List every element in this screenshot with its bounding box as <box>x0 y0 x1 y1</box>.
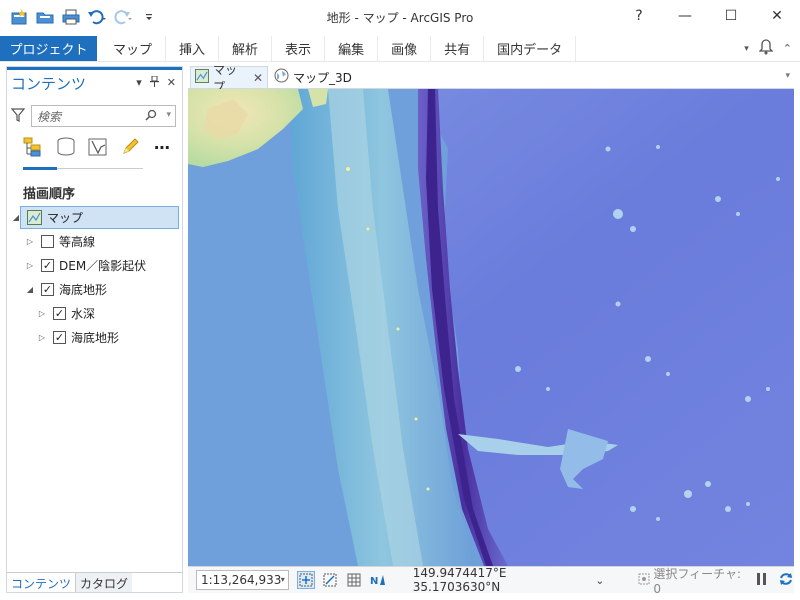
tab-imagery[interactable]: 画像 <box>378 36 432 61</box>
selected-features[interactable]: 選択フィーチャ: 0 <box>638 565 746 596</box>
contents-pane: コンテンツ ▾ ✕ 検索 ▾ ⋯ 描画順序 ◢ マップ ▷ 等高線 ▷ ✓ DE… <box>6 66 183 593</box>
fixed-zoom-icon[interactable] <box>296 571 315 589</box>
layer-label: 海底地形 <box>59 282 108 297</box>
contents-pane-title: コンテンツ <box>11 74 87 93</box>
title-bar: 地形 - マップ - ArcGIS Pro ? — ☐ ✕ <box>0 0 800 33</box>
pin-icon[interactable] <box>149 75 159 90</box>
scale-selector[interactable]: 1:13,264,933 ▾ <box>196 570 289 590</box>
search-options-icon[interactable]: ▾ <box>166 110 171 120</box>
filter-icon[interactable] <box>10 107 26 126</box>
more-options-icon[interactable]: ⋯ <box>151 135 173 159</box>
tab-catalog[interactable]: カタログ <box>75 573 133 592</box>
grid-icon[interactable] <box>345 571 363 589</box>
ribbon-tabs: プロジェクト マップ 挿入 解析 表示 編集 画像 共有 国内データ ▾ ⌃ <box>0 36 800 62</box>
coordinate-format-dropdown-icon[interactable]: ⌄ <box>595 574 604 587</box>
minimize-button[interactable]: — <box>662 0 708 32</box>
window-controls: ? — ☐ ✕ <box>616 0 800 32</box>
pause-drawing-icon[interactable] <box>756 572 768 589</box>
drawing-order-icon[interactable] <box>23 135 45 159</box>
tab-list-dropdown-icon[interactable]: ▾ <box>785 71 790 81</box>
map-icon <box>195 69 209 86</box>
bathymetry-map[interactable] <box>188 89 794 566</box>
svg-text:N: N <box>370 576 378 587</box>
tab-contents[interactable]: コンテンツ <box>7 573 76 592</box>
layer-label: DEM／陰影起伏 <box>59 258 147 273</box>
tab-domestic-data[interactable]: 国内データ <box>484 36 577 61</box>
north-arrow-icon[interactable]: N <box>369 571 387 589</box>
layer-tree: ◢ マップ ▷ 等高線 ▷ ✓ DEM／陰影起伏 ◢ ✓ 海底地形 ▷ ✓ 水深… <box>7 205 182 349</box>
close-pane-icon[interactable]: ✕ <box>167 76 176 90</box>
layer-contours[interactable]: ▷ 等高線 <box>7 229 182 253</box>
selection-icon[interactable] <box>87 135 109 159</box>
pane-menu-icon[interactable]: ▾ <box>136 76 142 90</box>
tab-view[interactable]: 表示 <box>272 36 326 61</box>
scale-value: 1:13,264,933 <box>201 573 282 587</box>
tab-map[interactable]: マップ <box>100 36 167 61</box>
layer-label: 等高線 <box>59 234 96 249</box>
tab-share[interactable]: 共有 <box>431 36 485 61</box>
visibility-checkbox[interactable]: ✓ <box>41 258 54 272</box>
maximize-button[interactable]: ☐ <box>708 0 754 32</box>
layer-dem-hillshade[interactable]: ▷ ✓ DEM／陰影起伏 <box>7 253 182 277</box>
tab-map-view[interactable]: マップ ✕ <box>190 63 268 94</box>
tab-project[interactable]: プロジェクト <box>0 36 97 61</box>
layer-depth[interactable]: ▷ ✓ 水深 <box>7 301 182 325</box>
refresh-icon[interactable] <box>778 571 794 590</box>
visibility-checkbox[interactable]: ✓ <box>53 306 66 320</box>
tab-map-3d[interactable]: マップ_3D <box>270 66 356 88</box>
layer-seafloor[interactable]: ▷ ✓ 海底地形 <box>7 325 182 349</box>
map-canvas[interactable] <box>188 89 794 566</box>
coordinate-readout: 149.9474417°E 35.1703630°N <box>412 566 507 594</box>
visibility-checkbox[interactable]: ✓ <box>41 282 54 296</box>
map-view: マップ ✕ マップ_3D ▾ 1:13,264,933 ▾ N 149.9474… <box>188 63 794 596</box>
help-button[interactable]: ? <box>616 0 662 32</box>
search-input[interactable]: 検索 ▾ <box>31 105 176 127</box>
selection-icon <box>638 573 650 588</box>
map-3d-tab-label: マップ_3D <box>293 70 352 85</box>
selected-features-label: 選択フィーチャ: 0 <box>653 566 742 596</box>
tab-insert[interactable]: 挿入 <box>166 36 220 61</box>
map-icon <box>27 209 42 225</box>
expand-arrow-icon[interactable]: ▷ <box>25 237 35 246</box>
layer-seafloor-group[interactable]: ◢ ✓ 海底地形 <box>7 277 182 301</box>
collapse-arrow-icon[interactable]: ◢ <box>11 213 21 222</box>
collapse-ribbon-icon[interactable]: ⌃ <box>783 42 792 55</box>
notification-bell-icon[interactable] <box>758 39 774 58</box>
close-button[interactable]: ✕ <box>754 0 800 32</box>
collapse-arrow-icon[interactable]: ◢ <box>25 285 35 294</box>
expand-arrow-icon[interactable]: ▷ <box>25 261 35 270</box>
layer-label: 水深 <box>71 306 96 321</box>
tab-edit[interactable]: 編集 <box>325 36 379 61</box>
visibility-checkbox[interactable] <box>41 234 54 248</box>
map-status-bar: 1:13,264,933 ▾ N 149.9474417°E 35.170363… <box>188 565 794 596</box>
scale-dropdown-icon[interactable]: ▾ <box>281 575 285 584</box>
editing-pencil-icon[interactable] <box>119 135 141 159</box>
layer-label: マップ <box>47 210 84 225</box>
drawing-order-label: 描画順序 <box>23 187 76 202</box>
expand-arrow-icon[interactable]: ▷ <box>37 309 47 318</box>
layer-label: 海底地形 <box>71 330 120 345</box>
visibility-checkbox[interactable]: ✓ <box>53 330 66 344</box>
close-tab-icon[interactable]: ✕ <box>253 71 263 85</box>
snapping-icon[interactable] <box>321 571 339 589</box>
layer-map[interactable]: ◢ マップ <box>7 205 182 229</box>
globe-icon <box>274 68 289 86</box>
ribbon-options-icon[interactable]: ▾ <box>744 44 749 54</box>
tab-analysis[interactable]: 解析 <box>219 36 273 61</box>
expand-arrow-icon[interactable]: ▷ <box>37 333 47 342</box>
data-source-icon[interactable] <box>55 135 77 159</box>
search-placeholder: 検索 <box>37 109 62 124</box>
search-icon[interactable] <box>145 109 157 124</box>
